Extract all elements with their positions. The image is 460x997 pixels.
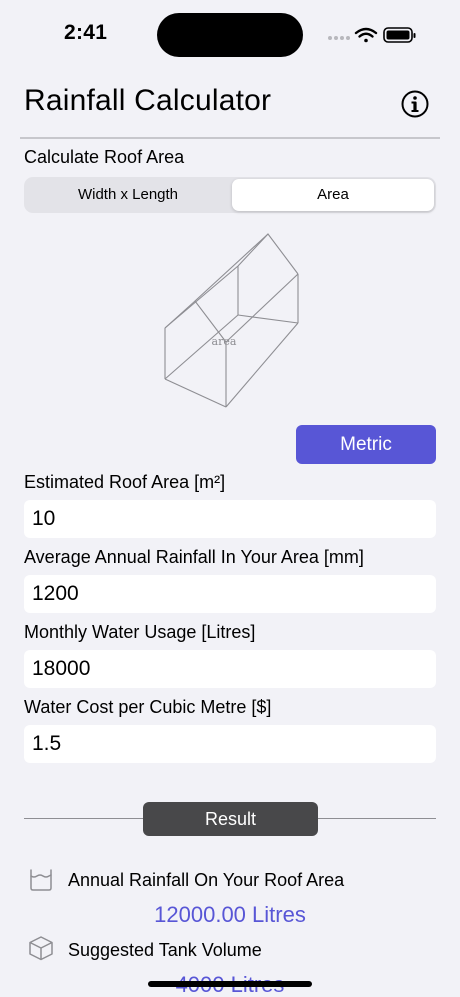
dynamic-island bbox=[157, 13, 303, 57]
cellular-signal-icon bbox=[328, 36, 350, 40]
water-usage-input[interactable]: 18000 bbox=[24, 650, 436, 688]
home-indicator[interactable] bbox=[148, 981, 312, 987]
tank-volume-label: Suggested Tank Volume bbox=[68, 940, 262, 960]
rainfall-field-label: Average Annual Rainfall In Your Area [mm… bbox=[24, 547, 364, 567]
battery-icon bbox=[383, 27, 416, 43]
water-cost-input[interactable]: 1.5 bbox=[24, 725, 436, 763]
roof-area-mode-segmented-control: Width x Length Area bbox=[24, 177, 436, 213]
info-icon[interactable] bbox=[400, 89, 430, 119]
wifi-icon bbox=[354, 27, 378, 43]
metric-unit-button[interactable]: Metric bbox=[296, 425, 436, 464]
roof-illustration: area bbox=[164, 233, 299, 408]
roof-area-field-label: Estimated Roof Area [m²] bbox=[24, 472, 226, 492]
roof-area-input[interactable]: 10 bbox=[24, 500, 436, 538]
segment-area[interactable]: Area bbox=[232, 179, 434, 211]
status-icons bbox=[328, 27, 416, 43]
status-time: 2:41 bbox=[64, 21, 108, 44]
cube-icon bbox=[29, 936, 53, 961]
app-screen: 2:41 Rainfall Calculator Calculate Roof … bbox=[0, 0, 460, 997]
roof-area-illustration-label: area bbox=[212, 335, 237, 348]
annual-rainfall-value: 12000.00 Litres bbox=[154, 902, 306, 927]
segment-width-length[interactable]: Width x Length bbox=[26, 179, 230, 211]
rainfall-input[interactable]: 1200 bbox=[24, 575, 436, 613]
annual-rainfall-label: Annual Rainfall On Your Roof Area bbox=[68, 870, 345, 890]
header-divider bbox=[20, 137, 440, 139]
result-button[interactable]: Result bbox=[143, 802, 318, 836]
water-usage-field-label: Monthly Water Usage [Litres] bbox=[24, 622, 256, 642]
roof-area-section-label: Calculate Roof Area bbox=[24, 147, 185, 167]
status-bar: 2:41 bbox=[0, 0, 460, 70]
page-title: Rainfall Calculator bbox=[24, 84, 272, 117]
water-cost-field-label: Water Cost per Cubic Metre [$] bbox=[24, 697, 272, 717]
tank-icon bbox=[30, 869, 52, 891]
